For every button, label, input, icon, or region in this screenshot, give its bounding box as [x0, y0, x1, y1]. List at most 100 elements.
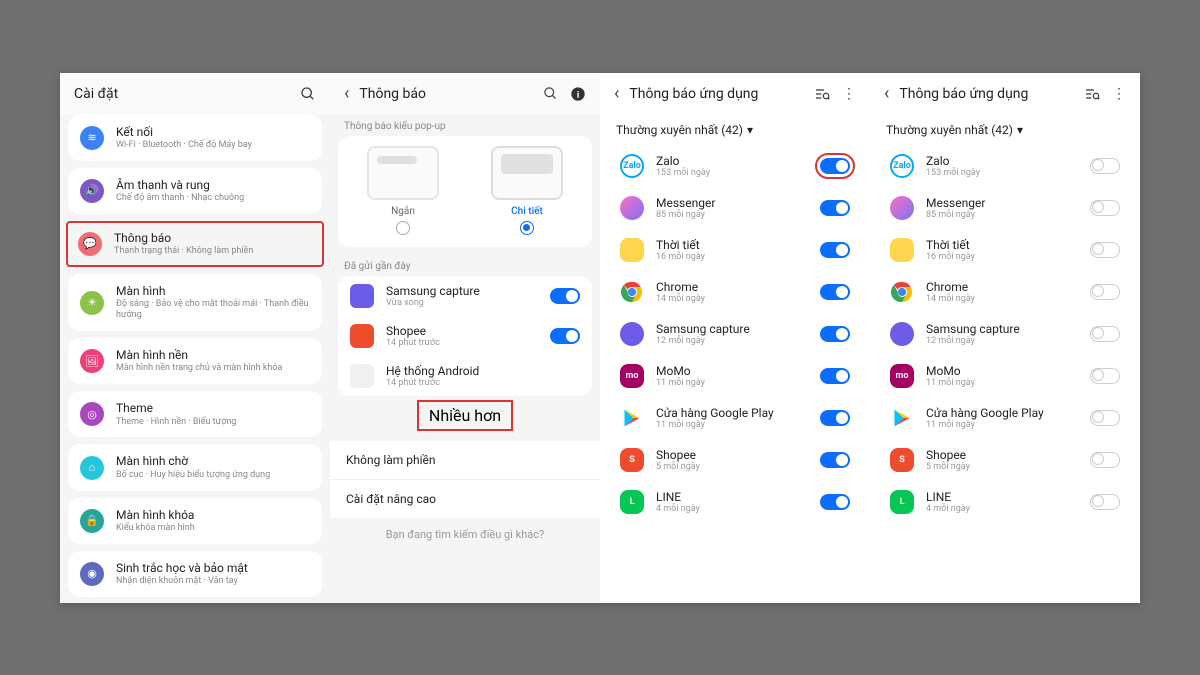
app-sub: 14 phút trước [386, 338, 538, 348]
app-row-5[interactable]: mo MoMo 11 mỗi ngày [608, 355, 862, 397]
settings-item-6[interactable]: ⌂ Màn hình chờ Bố cục · Huy hiệu biểu tư… [68, 444, 322, 490]
app-freq: 4 mỗi ngày [926, 504, 1078, 514]
settings-item-title: Màn hình chờ [116, 454, 310, 468]
popup-option-short[interactable]: Ngắn [346, 146, 460, 235]
recent-item-1[interactable]: Shopee 14 phút trước [338, 316, 592, 356]
info-icon[interactable]: i [570, 86, 586, 102]
toggle[interactable] [820, 494, 850, 510]
filter-dropdown[interactable]: Thường xuyên nhất (42) ▾ [870, 115, 1140, 145]
toggle[interactable] [1090, 410, 1120, 426]
app-row-4[interactable]: Samsung capture 12 mỗi ngày [608, 313, 862, 355]
toggle[interactable] [1090, 242, 1120, 258]
app-icon [890, 322, 914, 346]
app-row-2[interactable]: Thời tiết 16 mỗi ngày [878, 229, 1132, 271]
settings-item-sub: Kiểu khóa màn hình [116, 523, 310, 534]
toggle[interactable] [820, 452, 850, 468]
toggle[interactable] [550, 328, 580, 344]
app-row-6[interactable]: Cửa hàng Google Play 11 mỗi ngày [608, 397, 862, 439]
settings-item-2[interactable]: 💬 Thông báo Thanh trạng thái · Không làm… [66, 221, 324, 267]
back-icon[interactable]: ‹ [344, 83, 349, 104]
radio-short[interactable] [396, 221, 410, 235]
dnd-row[interactable]: Không làm phiền [330, 441, 600, 479]
settings-item-sub: Màn hình nền trang chủ và màn hình khóa [116, 363, 310, 374]
toggle[interactable] [1090, 158, 1120, 174]
search-icon[interactable] [300, 86, 316, 102]
settings-item-icon: 🔊 [80, 179, 104, 203]
app-icon [620, 406, 644, 430]
settings-item-8[interactable]: ◉ Sinh trắc học và bảo mật Nhận diện khu… [68, 551, 322, 597]
app-row-8[interactable]: L LINE 4 mỗi ngày [608, 481, 862, 523]
toggle[interactable] [1090, 368, 1120, 384]
app-row-5[interactable]: mo MoMo 11 mỗi ngày [878, 355, 1132, 397]
app-row-3[interactable]: Chrome 14 mỗi ngày [608, 271, 862, 313]
settings-item-icon: ◎ [80, 402, 104, 426]
app-icon: mo [620, 364, 644, 388]
settings-item-4[interactable]: 🖼 Màn hình nền Màn hình nền trang chủ và… [68, 338, 322, 384]
app-freq: 14 mỗi ngày [926, 294, 1078, 304]
app-name: Samsung capture [926, 322, 1078, 336]
app-freq: 14 mỗi ngày [656, 294, 808, 304]
radio-detail[interactable] [520, 221, 534, 235]
app-name: Zalo [926, 154, 1078, 168]
app-row-7[interactable]: S Shopee 5 mỗi ngày [608, 439, 862, 481]
toggle[interactable] [1090, 200, 1120, 216]
app-icon: Zalo [890, 154, 914, 178]
toggle[interactable] [820, 200, 850, 216]
app-name: LINE [926, 490, 1078, 504]
more-button[interactable]: Nhiều hơn [417, 400, 513, 431]
toggle[interactable] [820, 368, 850, 384]
recent-item-0[interactable]: Samsung capture Vừa xong [338, 276, 592, 316]
app-row-4[interactable]: Samsung capture 12 mỗi ngày [878, 313, 1132, 355]
toggle[interactable] [550, 288, 580, 304]
toggle[interactable] [1090, 452, 1120, 468]
app-row-1[interactable]: Messenger 85 mỗi ngày [878, 187, 1132, 229]
app-notif-header: ‹ Thông báo ứng dụng ⋮ [600, 73, 870, 115]
app-row-1[interactable]: Messenger 85 mỗi ngày [608, 187, 862, 229]
app-row-2[interactable]: Thời tiết 16 mỗi ngày [608, 229, 862, 271]
popup-option-detail[interactable]: Chi tiết [470, 146, 584, 235]
more-icon[interactable]: ⋮ [842, 86, 856, 102]
app-row-7[interactable]: S Shopee 5 mỗi ngày [878, 439, 1132, 481]
settings-item-title: Kết nối [116, 125, 310, 139]
toggle[interactable] [820, 410, 850, 426]
toggle[interactable] [820, 158, 850, 174]
app-icon: S [620, 448, 644, 472]
app-name: Messenger [926, 196, 1078, 210]
settings-item-title: Sinh trắc học và bảo mật [116, 561, 310, 575]
settings-item-sub: Độ sáng · Bảo vệ cho mắt thoải mái · Tha… [116, 299, 310, 321]
advanced-row[interactable]: Cài đặt nâng cao [330, 479, 600, 518]
settings-item-icon: 🔒 [80, 509, 104, 533]
settings-item-0[interactable]: ≋ Kết nối Wi-Fi · Bluetooth · Chế độ Máy… [68, 115, 322, 161]
filter-dropdown[interactable]: Thường xuyên nhất (42) ▾ [600, 115, 870, 145]
back-icon[interactable]: ‹ [614, 83, 619, 104]
popup-style-section: Ngắn Chi tiết [338, 136, 592, 247]
settings-item-icon: 💬 [78, 232, 102, 256]
app-row-0[interactable]: Zalo Zalo 153 mỗi ngày [878, 145, 1132, 187]
settings-item-title: Màn hình khóa [116, 508, 310, 522]
toggle[interactable] [820, 284, 850, 300]
filter-search-icon[interactable] [1084, 86, 1100, 102]
app-row-6[interactable]: Cửa hàng Google Play 11 mỗi ngày [878, 397, 1132, 439]
app-row-3[interactable]: Chrome 14 mỗi ngày [878, 271, 1132, 313]
toggle[interactable] [820, 326, 850, 342]
filter-search-icon[interactable] [814, 86, 830, 102]
search-icon[interactable] [543, 86, 558, 101]
settings-item-1[interactable]: 🔊 Âm thanh và rung Chế độ âm thanh · Nhạ… [68, 168, 322, 214]
settings-item-5[interactable]: ◎ Theme Theme · Hình nền · Biểu tượng [68, 391, 322, 437]
settings-item-title: Màn hình [116, 284, 310, 298]
toggle[interactable] [820, 242, 850, 258]
settings-item-sub: Thanh trạng thái · Không làm phiền [114, 246, 312, 257]
toggle[interactable] [1090, 494, 1120, 510]
more-icon[interactable]: ⋮ [1112, 86, 1126, 102]
settings-item-7[interactable]: 🔒 Màn hình khóa Kiểu khóa màn hình [68, 498, 322, 544]
svg-text:i: i [577, 90, 580, 100]
toggle[interactable] [1090, 326, 1120, 342]
recent-item-2[interactable]: Hệ thống Android 14 phút trước [338, 356, 592, 396]
app-row-8[interactable]: L LINE 4 mỗi ngày [878, 481, 1132, 523]
notifications-panel: ‹ Thông báo i Thông báo kiểu pop-up Ngắn [330, 73, 600, 603]
back-icon[interactable]: ‹ [884, 83, 889, 104]
settings-item-3[interactable]: ☀ Màn hình Độ sáng · Bảo vệ cho mắt thoả… [68, 274, 322, 331]
toggle[interactable] [1090, 284, 1120, 300]
app-row-0[interactable]: Zalo Zalo 153 mỗi ngày [608, 145, 862, 187]
chevron-down-icon: ▾ [747, 123, 753, 137]
